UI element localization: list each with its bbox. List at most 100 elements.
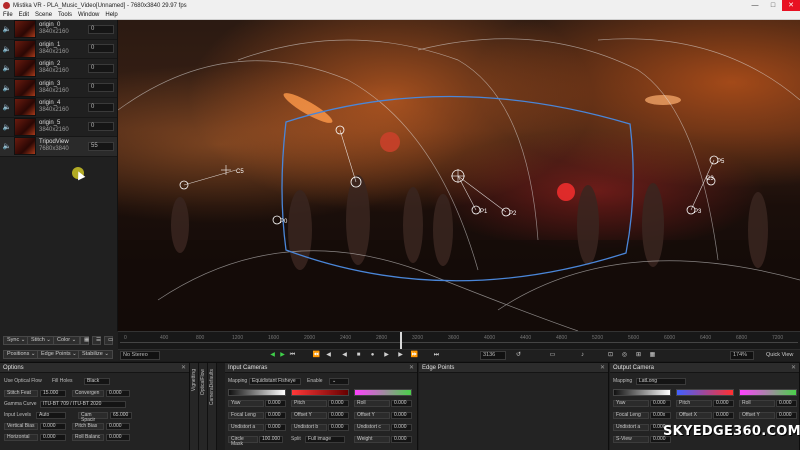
clip-offset-field[interactable]: 0 bbox=[88, 24, 114, 34]
step-forward-icon[interactable]: ⏩ bbox=[410, 351, 419, 360]
zoom-field[interactable]: 174% bbox=[730, 351, 754, 360]
mark-out-icon[interactable]: ▶ bbox=[278, 351, 287, 360]
circle-mask-field[interactable]: 100.000 bbox=[259, 436, 283, 443]
mark-in-icon[interactable]: ◀ bbox=[268, 351, 277, 360]
output-roll-field[interactable]: 0.000 bbox=[776, 400, 797, 407]
menu-edit[interactable]: Edit bbox=[19, 12, 29, 18]
use-optical-flow-label[interactable]: Use Optical Flow bbox=[4, 377, 42, 385]
menu-scene[interactable]: Scene bbox=[35, 12, 52, 18]
undistort-a-field[interactable]: 0.000 bbox=[265, 424, 286, 431]
positions-dropdown[interactable]: Positions ⌄ bbox=[3, 350, 40, 359]
overlay-toggle-icon[interactable]: ⊞ bbox=[634, 351, 643, 360]
stabilize-dropdown[interactable]: Stabilize ⌄ bbox=[78, 350, 113, 359]
menu-help[interactable]: Help bbox=[105, 12, 117, 18]
clip-row-origin-5[interactable]: 🔈 origin_5 3840x2160 0 bbox=[0, 117, 117, 137]
playhead[interactable] bbox=[400, 332, 402, 350]
quick-view-button[interactable]: Quick View bbox=[766, 352, 793, 358]
clip-row-origin-0[interactable]: 🔈 origin_0 3840x2160 0 bbox=[0, 20, 117, 40]
frame-back-icon[interactable]: ◀ bbox=[324, 351, 333, 360]
view-icon[interactable]: ◎ bbox=[620, 351, 629, 360]
grid-view-icon[interactable]: ▦ bbox=[80, 336, 89, 345]
output-yaw-field[interactable]: 0.000 bbox=[650, 400, 671, 407]
pitch-bias-field[interactable]: 0.000 bbox=[106, 423, 130, 430]
panel-close-icon[interactable]: ✕ bbox=[409, 363, 414, 373]
timeline[interactable]: 0 400 800 1200 1600 2000 2400 2800 3200 … bbox=[118, 331, 800, 350]
go-end-icon[interactable]: ⏭ bbox=[432, 351, 441, 360]
split-select[interactable]: Full image bbox=[305, 436, 345, 443]
stop-icon[interactable]: ■ bbox=[354, 351, 363, 360]
color-dropdown[interactable]: Color ⌄ bbox=[53, 336, 81, 345]
loop-icon[interactable]: ↺ bbox=[514, 351, 523, 360]
offset-z-field[interactable]: 0.000 bbox=[391, 412, 412, 419]
clip-offset-field[interactable]: 0 bbox=[88, 102, 114, 112]
output-mapping-select[interactable]: LatLong bbox=[636, 378, 686, 385]
clip-offset-field[interactable]: 0 bbox=[88, 122, 114, 132]
edge-points-dropdown[interactable]: Edge Points ⌄ bbox=[37, 350, 81, 359]
roll-field[interactable]: 0.000 bbox=[391, 400, 412, 407]
undistort-c-field[interactable]: 0.000 bbox=[391, 424, 412, 431]
stitch-viewer[interactable]: C5 P0 P1 P2 P3 P5 C3 bbox=[118, 20, 800, 331]
tab-camera-defaults[interactable]: CameraDefaults bbox=[208, 363, 217, 450]
stitch-dropdown[interactable]: Stitch ⌄ bbox=[27, 336, 55, 345]
clip-offset-field[interactable]: 0 bbox=[88, 44, 114, 54]
clip-row-origin-1[interactable]: 🔈 origin_1 3840x2160 0 bbox=[0, 39, 117, 59]
convergence-field[interactable]: 0.000 bbox=[106, 390, 130, 397]
record-icon[interactable]: ● bbox=[368, 351, 377, 360]
minimize-button[interactable]: — bbox=[746, 0, 764, 11]
pitch-field[interactable]: 0.000 bbox=[328, 400, 349, 407]
speaker-icon[interactable]: 🔈 bbox=[0, 123, 14, 131]
fill-holes-label[interactable]: Fill Holes bbox=[52, 377, 73, 385]
layout-icon[interactable]: ▭ bbox=[104, 336, 113, 345]
fit-icon[interactable]: ⊡ bbox=[606, 351, 615, 360]
offset-y-field[interactable]: 0.000 bbox=[328, 412, 349, 419]
fill-holes-select[interactable]: Black bbox=[84, 378, 110, 385]
menu-window[interactable]: Window bbox=[78, 12, 99, 18]
output-offset-y-field[interactable]: 0.000 bbox=[776, 412, 797, 419]
mapping-select[interactable]: Equidistant Fisheye bbox=[249, 378, 301, 385]
frame-field[interactable]: 3136 bbox=[480, 351, 506, 360]
step-back-icon[interactable]: ⏪ bbox=[312, 351, 321, 360]
clip-offset-field[interactable]: 0 bbox=[88, 63, 114, 73]
grid-icon[interactable]: ▦ bbox=[648, 351, 657, 360]
tab-vignetting[interactable]: Vignetting bbox=[190, 363, 199, 450]
clip-offset-field[interactable]: 55 bbox=[88, 141, 114, 151]
audio-icon[interactable]: ♪ bbox=[578, 351, 587, 360]
clip-offset-field[interactable]: 0 bbox=[88, 83, 114, 93]
gamma-curve-select[interactable]: ITU-BT 709 / ITU-BT 2020 bbox=[40, 401, 126, 408]
clip-row-origin-4[interactable]: 🔈 origin_4 3840x2160 0 bbox=[0, 98, 117, 118]
tab-optical-flow[interactable]: OpticalFlow bbox=[199, 363, 208, 450]
horizontal-field[interactable]: 0.000 bbox=[40, 434, 66, 441]
panel-close-icon[interactable]: ✕ bbox=[600, 363, 605, 373]
close-button[interactable]: ✕ bbox=[782, 0, 800, 11]
menu-tools[interactable]: Tools bbox=[58, 12, 72, 18]
panel-close-icon[interactable]: ✕ bbox=[181, 363, 186, 373]
output-offset-x-field[interactable]: 0.000 bbox=[713, 412, 734, 419]
stitch-feather-field[interactable]: 15.000 bbox=[40, 390, 66, 397]
enable-select[interactable]: ⌄ bbox=[329, 378, 349, 385]
go-start-icon[interactable]: ⏮ bbox=[288, 351, 297, 360]
sync-dropdown[interactable]: Sync ⌄ bbox=[3, 336, 30, 345]
frame-forward-icon[interactable]: ▶ bbox=[396, 351, 405, 360]
clip-row-origin-3[interactable]: 🔈 origin_3 3840x2160 0 bbox=[0, 78, 117, 98]
panel-close-icon[interactable]: ✕ bbox=[791, 363, 796, 373]
focal-length-field[interactable]: 0.000 bbox=[265, 412, 286, 419]
speaker-icon[interactable]: 🔈 bbox=[0, 64, 14, 72]
roll-balance-field[interactable]: 0.000 bbox=[106, 434, 130, 441]
speaker-icon[interactable]: 🔈 bbox=[0, 25, 14, 33]
output-focal-field[interactable]: 0.00x bbox=[650, 412, 671, 419]
clip-row-tripodview[interactable]: 🔈 TripodView 7680x3840 55 bbox=[0, 137, 117, 157]
menu-file[interactable]: File bbox=[3, 12, 13, 18]
monitor-icon[interactable]: ▭ bbox=[548, 351, 557, 360]
undistort-b-field[interactable]: 0.000 bbox=[328, 424, 349, 431]
stereo-mode-select[interactable]: No Stereo bbox=[120, 351, 160, 360]
play-reverse-icon[interactable]: ◀ bbox=[340, 351, 349, 360]
clip-row-origin-2[interactable]: 🔈 origin_2 3840x2160 0 bbox=[0, 59, 117, 79]
speaker-icon[interactable]: 🔈 bbox=[0, 142, 14, 150]
yaw-field[interactable]: 0.000 bbox=[265, 400, 286, 407]
speaker-icon[interactable]: 🔈 bbox=[0, 45, 14, 53]
output-pitch-field[interactable]: 0.000 bbox=[713, 400, 734, 407]
weight-field[interactable]: 0.000 bbox=[391, 436, 412, 443]
cam-spacing-field[interactable]: 65.000 bbox=[110, 412, 132, 419]
list-view-icon[interactable]: ☰ bbox=[92, 336, 101, 345]
vertical-bias-field[interactable]: 0.000 bbox=[40, 423, 66, 430]
